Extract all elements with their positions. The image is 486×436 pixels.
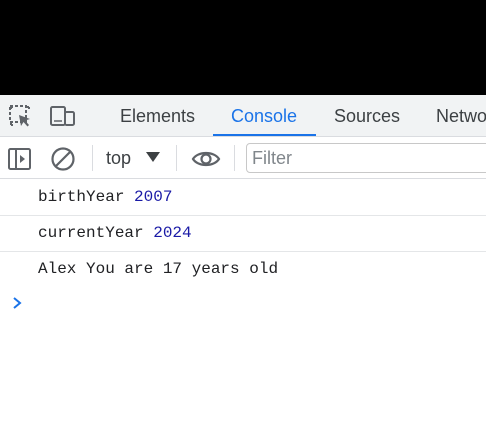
console-message: currentYear 2024 xyxy=(0,216,486,252)
tab-console[interactable]: Console xyxy=(231,95,297,137)
devtools-tab-bar: Elements Console Sources Netwo xyxy=(0,95,486,137)
device-toolbar-icon[interactable] xyxy=(50,104,75,128)
live-expression-eye-icon[interactable] xyxy=(191,146,221,172)
console-toolbar: top xyxy=(0,137,486,179)
toolbar-divider xyxy=(234,145,235,171)
log-number: 2007 xyxy=(134,188,173,206)
devtools-panel: Elements Console Sources Netwo top Filte… xyxy=(0,95,486,436)
console-prompt-chevron-icon[interactable] xyxy=(10,294,24,312)
console-message: birthYear 2007 xyxy=(0,180,486,216)
show-console-sidebar-icon[interactable] xyxy=(7,146,33,172)
tab-elements[interactable]: Elements xyxy=(120,95,195,137)
tab-sources[interactable]: Sources xyxy=(334,95,400,137)
toolbar-divider xyxy=(176,145,177,171)
filter-input[interactable] xyxy=(246,143,486,173)
page-viewport-area xyxy=(0,0,486,95)
log-text: birthYear xyxy=(38,188,135,206)
log-number: 2024 xyxy=(153,224,192,242)
context-selector[interactable]: top xyxy=(106,137,131,179)
toolbar-divider xyxy=(92,145,93,171)
log-text: Alex You are 17 years old xyxy=(38,260,279,278)
tab-network[interactable]: Netwo xyxy=(436,95,486,137)
chevron-down-icon[interactable] xyxy=(146,152,160,162)
inspect-element-icon[interactable] xyxy=(8,104,32,128)
log-text: currentYear xyxy=(38,224,154,242)
active-tab-indicator xyxy=(213,134,316,136)
console-message: Alex You are 17 years old xyxy=(0,252,486,287)
clear-console-icon[interactable] xyxy=(50,146,76,172)
console-output: birthYear 2007 currentYear 2024 Alex You… xyxy=(0,180,486,287)
